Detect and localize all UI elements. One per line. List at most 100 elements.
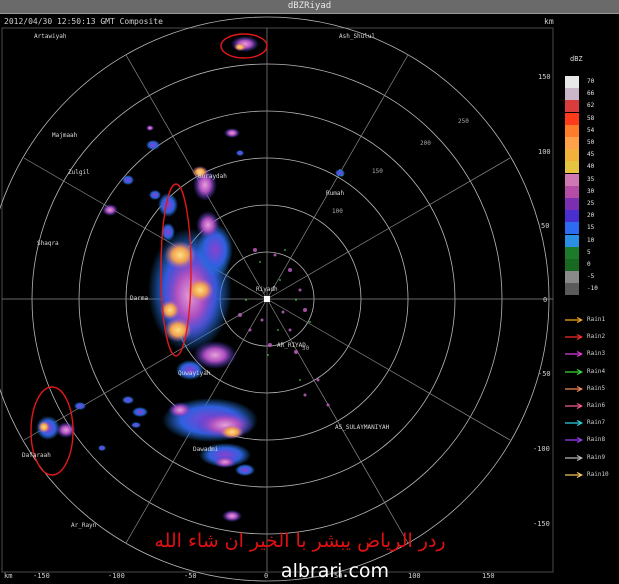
place-ar-rayn: Ar_Rayn	[71, 522, 97, 529]
watermark: albrari.com	[280, 560, 390, 582]
scale-label: 5	[587, 248, 591, 256]
scale-label: 35	[587, 175, 595, 183]
scale-swatch	[565, 124, 579, 137]
range-label-250: 250	[458, 118, 469, 125]
x-tick-150: 150	[482, 572, 495, 580]
scale-swatch	[565, 271, 579, 284]
scale-swatch	[565, 161, 579, 174]
y-tick-100: 100	[538, 148, 551, 156]
place-shaqra: Shaqra	[37, 240, 59, 247]
place-ash-shulul: Ash_Shulul	[339, 33, 376, 40]
radar-map	[0, 16, 554, 582]
scale-swatch	[565, 222, 579, 235]
scale-label: 62	[587, 102, 595, 110]
place-darma: Darma	[130, 295, 149, 302]
scale-label: 0	[587, 261, 591, 268]
arabic-caption: ردر الرياض يبشر با الخير ان شاء الله	[154, 530, 446, 552]
storm-band-south	[122, 396, 258, 522]
place-dawadmi: Dawadmi	[193, 446, 219, 453]
rain-label: Rain3	[587, 350, 606, 358]
scale-swatch	[565, 198, 579, 210]
azimuth-line-60	[266, 157, 511, 300]
y-tick-50: 50	[541, 222, 550, 230]
rain-label: Rain9	[587, 453, 606, 461]
scale-swatch	[565, 185, 579, 198]
x-tick-neg50: -50	[184, 572, 197, 580]
clutter-green	[245, 169, 344, 381]
rain-line-icon	[565, 420, 583, 427]
place-quwayiyah: Quwayiyah	[178, 370, 211, 377]
rain-label: Rain4	[587, 367, 606, 375]
range-label-200: 200	[420, 140, 431, 147]
scale-label: -10	[587, 285, 598, 293]
y-tick-neg150: -150	[533, 520, 550, 528]
rain-line-icon	[565, 368, 583, 375]
x-tick-neg100: -100	[108, 572, 125, 580]
rain-line-icon	[565, 471, 583, 478]
range-label-50: 50	[302, 345, 310, 352]
place-as-sulaymaniyah: AS_SULAYMANIYAH	[335, 424, 390, 431]
rain-label: Rain2	[587, 333, 606, 341]
place-riyadh: Riyadh	[256, 286, 278, 293]
scale-label: 40	[587, 163, 595, 171]
map-frame	[1, 27, 554, 573]
radar-window: dBZRiyad 2012/04/30 12:50:13 GMT Composi…	[0, 0, 619, 584]
y-tick-neg100: -100	[533, 445, 550, 453]
y-tick-neg50: -50	[538, 370, 551, 378]
legend-unit: dBZ	[570, 55, 583, 63]
scale-swatch	[565, 173, 579, 186]
place-rumah: Rumah	[326, 190, 345, 197]
rain-line-icon	[565, 351, 583, 358]
scale-swatch	[565, 100, 579, 113]
radar-site-marker	[264, 296, 270, 302]
place-buraydah: Buraydah	[198, 173, 227, 180]
scale-swatch	[565, 246, 579, 259]
legend-panel: dBZ 70 66 62 58 54 50 45 40 35 30 25 20 15 10 5 0 -5 -10 …	[556, 28, 619, 584]
rain-label: Rain6	[587, 402, 606, 409]
scale-label: 66	[587, 90, 595, 98]
scale-swatch	[565, 283, 579, 296]
azimuth-line-150	[266, 298, 409, 544]
rain-line-icon	[565, 317, 583, 323]
x-tick-neg150: -150	[33, 572, 50, 580]
rain-line-icon	[565, 334, 583, 341]
scale-swatch	[565, 76, 579, 88]
rain-line-icon	[565, 437, 583, 444]
range-label-150: 150	[372, 168, 383, 175]
scale-swatch	[565, 210, 579, 223]
rain-line-icon	[565, 454, 583, 461]
scale-swatch	[565, 149, 579, 162]
scale-swatch	[565, 137, 579, 149]
rain-label: Rain7	[587, 419, 606, 427]
azimuth-lines	[2, 28, 553, 572]
place-dafaraah: Dafaraah	[22, 452, 51, 459]
range-label-100: 100	[332, 208, 343, 215]
rain-label: Rain8	[587, 436, 606, 444]
scale-label: 58	[587, 114, 595, 122]
rain-label: Rain1	[587, 316, 606, 323]
scale-label: 30	[587, 187, 595, 195]
rain-label: Rain10	[587, 470, 609, 478]
scale-swatch	[565, 234, 579, 247]
scale-label: 10	[587, 236, 595, 244]
scale-label: 50	[587, 139, 595, 146]
scale-label: -5	[587, 273, 595, 281]
scale-label: 20	[587, 212, 595, 220]
place-majmaah: Majmaah	[52, 132, 78, 139]
rain-label: Rain5	[587, 384, 606, 392]
azimuth-line-30	[266, 54, 409, 300]
scale-label: 15	[587, 224, 595, 232]
rain-line-icon	[565, 403, 583, 409]
scale-label: 45	[587, 151, 595, 159]
scale-label: 54	[587, 126, 595, 134]
x-axis-unit: km	[4, 572, 13, 580]
y-tick-150: 150	[538, 73, 551, 81]
scale-label: 25	[587, 200, 595, 207]
azimuth-line-120	[266, 298, 511, 441]
place-zulgil: Zulgil	[68, 169, 90, 176]
y-tick-0: 0	[543, 296, 548, 304]
place-artawiyah: Artawiyah	[34, 33, 67, 40]
scale-swatch	[565, 112, 579, 125]
scale-swatch	[565, 88, 579, 101]
scale-swatch	[565, 259, 579, 271]
